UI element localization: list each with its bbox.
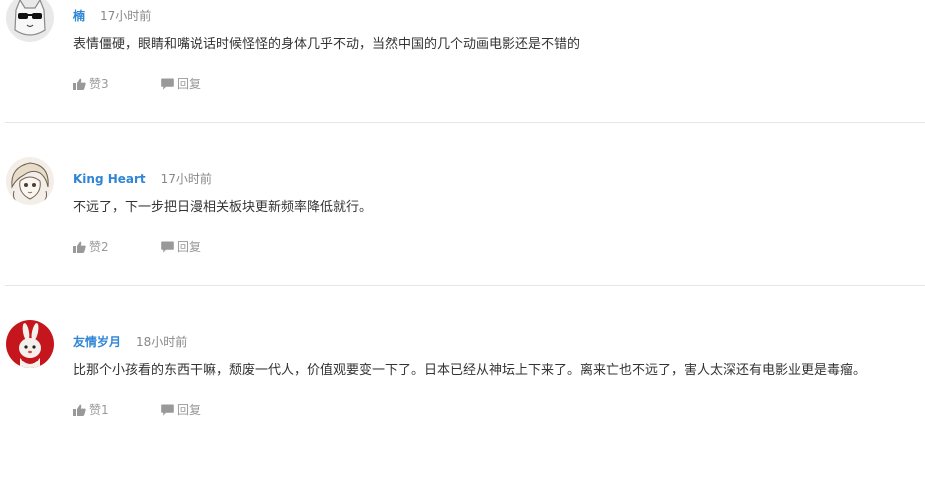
avatar[interactable] [6, 157, 54, 205]
comment-text: 不远了，下一步把日漫相关板块更新频率降低就行。 [73, 200, 373, 215]
thumbs-up-icon [73, 241, 86, 253]
comment-time: 17小时前 [160, 172, 212, 186]
reply-button[interactable]: 回复 [161, 401, 201, 419]
like-button[interactable]: 赞1 [73, 401, 109, 419]
username-link[interactable]: 友情岁月 [73, 335, 121, 349]
comment-actions: 赞3 回复 [73, 75, 201, 93]
speech-bubble-icon [161, 78, 174, 90]
like-button[interactable]: 赞2 [73, 238, 109, 256]
reply-button[interactable]: 回复 [161, 238, 201, 256]
like-count: 赞2 [89, 240, 109, 254]
divider [5, 122, 925, 123]
comment-meta: 楠 17小时前 [73, 7, 151, 25]
like-count: 赞3 [89, 77, 109, 91]
speech-bubble-icon [161, 404, 174, 416]
avatar[interactable] [6, 320, 54, 368]
reply-button[interactable]: 回复 [161, 75, 201, 93]
comment-time: 17小时前 [100, 9, 152, 23]
sunglasses-cat-avatar-icon [6, 0, 54, 42]
comment-text: 表情僵硬，眼睛和嘴说话时候怪怪的身体几乎不动，当然中国的几个动画电影还是不错的 [73, 37, 581, 52]
username-link[interactable]: 楠 [73, 9, 85, 23]
reply-label: 回复 [177, 403, 202, 417]
red-rabbit-avatar-icon [6, 320, 54, 368]
comment-meta: 友情岁月 18小时前 [73, 333, 187, 351]
thumbs-up-icon [73, 78, 86, 90]
anime-sketch-avatar-icon [6, 157, 54, 205]
comment-time: 18小时前 [136, 335, 188, 349]
like-count: 赞1 [89, 403, 109, 417]
username-link[interactable]: King Heart [73, 172, 146, 186]
avatar[interactable] [6, 0, 54, 42]
reply-label: 回复 [177, 240, 202, 254]
comment-actions: 赞2 回复 [73, 238, 201, 256]
comment-item: 楠 17小时前 表情僵硬，眼睛和嘴说话时候怪怪的身体几乎不动，当然中国的几个动画电… [0, 0, 925, 157]
comment-item: 友情岁月 18小时前 比那个小孩看的东西干嘛，颓废一代人，价值观要变一下了。日本已… [0, 320, 925, 483]
like-button[interactable]: 赞3 [73, 75, 109, 93]
comment-text: 比那个小孩看的东西干嘛，颓废一代人，价值观要变一下了。日本已经从神坛上下来了。离… [73, 363, 867, 378]
comment-item: King Heart 17小时前 不远了，下一步把日漫相关板块更新频率降低就行。 … [0, 157, 925, 320]
comment-actions: 赞1 回复 [73, 401, 201, 419]
thumbs-up-icon [73, 404, 86, 416]
speech-bubble-icon [161, 241, 174, 253]
divider [5, 285, 925, 286]
comment-meta: King Heart 17小时前 [73, 170, 212, 188]
reply-label: 回复 [177, 77, 202, 91]
